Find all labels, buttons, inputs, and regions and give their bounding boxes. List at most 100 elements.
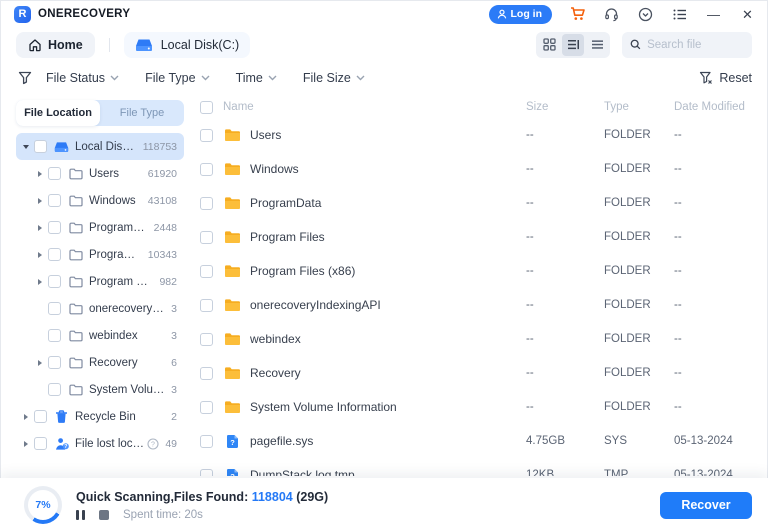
drive-tab[interactable]: Local Disk(C:) <box>124 32 251 58</box>
grid-view-button[interactable] <box>538 34 560 56</box>
search-input[interactable] <box>647 39 744 51</box>
tree-item-checkbox[interactable] <box>34 437 47 450</box>
badge-check-icon[interactable] <box>637 6 654 23</box>
list-view-button[interactable] <box>586 34 608 56</box>
row-checkbox[interactable] <box>200 129 213 142</box>
table-row[interactable]: Program Files (x86) -- FOLDER -- <box>200 254 752 288</box>
tree-item-checkbox[interactable] <box>48 302 61 315</box>
expand-arrow-icon[interactable] <box>38 279 42 285</box>
file-type: FOLDER <box>604 333 674 345</box>
filter-dropdown-time[interactable]: Time <box>236 71 277 85</box>
row-checkbox[interactable] <box>200 333 213 346</box>
tree-item-icon <box>53 409 70 424</box>
expand-arrow-icon[interactable] <box>38 171 42 177</box>
tree-item-checkbox[interactable] <box>48 383 61 396</box>
minimize-icon[interactable]: — <box>705 6 722 23</box>
row-checkbox[interactable] <box>200 401 213 414</box>
row-checkbox[interactable] <box>200 469 213 477</box>
reset-filters-button[interactable]: Reset <box>699 71 752 85</box>
tree-item[interactable]: Users 61920 <box>16 160 184 187</box>
support-headset-icon[interactable] <box>603 6 620 23</box>
row-checkbox[interactable] <box>200 299 213 312</box>
filter-dropdown-file-status[interactable]: File Status <box>46 71 119 85</box>
tree-item[interactable]: Local Disk(C:) 118753 <box>16 133 184 160</box>
scan-status-text: Quick Scanning,Files Found: 118804 (29G) <box>76 490 328 504</box>
search-box <box>622 32 752 58</box>
file-size: -- <box>526 231 604 243</box>
help-icon[interactable]: ? <box>147 438 159 450</box>
sidebar-tab-file-location[interactable]: File Location <box>16 100 100 126</box>
cart-icon[interactable] <box>569 6 586 23</box>
expand-arrow-icon[interactable] <box>24 441 28 447</box>
row-checkbox[interactable] <box>200 163 213 176</box>
expand-arrow-icon[interactable] <box>38 198 42 204</box>
tree-item[interactable]: Recycle Bin 2 <box>16 403 184 430</box>
tree-item-checkbox[interactable] <box>48 275 61 288</box>
table-row[interactable]: System Volume Information -- FOLDER -- <box>200 390 752 424</box>
column-type[interactable]: Type <box>604 101 674 113</box>
tree-item[interactable]: Recovery 6 <box>16 349 184 376</box>
filter-label: File Status <box>46 71 105 85</box>
tree-item-checkbox[interactable] <box>34 410 47 423</box>
file-type-icon <box>223 331 241 347</box>
login-button[interactable]: Log in <box>489 5 553 24</box>
row-checkbox[interactable] <box>200 367 213 380</box>
table-row[interactable]: webindex -- FOLDER -- <box>200 322 752 356</box>
file-name: Windows <box>250 162 526 176</box>
stop-scan-button[interactable] <box>99 510 109 520</box>
drive-tab-label: Local Disk(C:) <box>161 38 240 52</box>
tree-item[interactable]: Program Files (... 982 <box>16 268 184 295</box>
expand-arrow-icon[interactable] <box>23 145 29 149</box>
recover-button[interactable]: Recover <box>660 492 752 519</box>
row-checkbox[interactable] <box>200 197 213 210</box>
tree-item[interactable]: Program Files 10343 <box>16 241 184 268</box>
expand-arrow-icon[interactable] <box>38 225 42 231</box>
sidebar-tab-file-type[interactable]: File Type <box>100 100 184 126</box>
table-row[interactable]: Users -- FOLDER -- <box>200 118 752 152</box>
view-toggle-group <box>536 32 610 58</box>
table-row[interactable]: ? pagefile.sys 4.75GB SYS 05-13-2024 <box>200 424 752 458</box>
tree-item-checkbox[interactable] <box>34 140 47 153</box>
file-type: FOLDER <box>604 401 674 413</box>
expand-arrow-icon[interactable] <box>24 414 28 420</box>
detail-list-view-button[interactable] <box>562 34 584 56</box>
home-button[interactable]: Home <box>16 32 95 58</box>
table-row[interactable]: ? DumpStack.log.tmp 12KB TMP 05-13-2024 <box>200 458 752 476</box>
tree-item-checkbox[interactable] <box>48 248 61 261</box>
menu-list-icon[interactable] <box>671 6 688 23</box>
tree-item-checkbox[interactable] <box>48 329 61 342</box>
tree-item[interactable]: webindex 3 <box>16 322 184 349</box>
tree-item[interactable]: ? File lost location ? 49 <box>16 430 184 457</box>
tree-item-icon <box>67 328 84 343</box>
tree-item-checkbox[interactable] <box>48 194 61 207</box>
chevron-down-icon <box>110 75 119 81</box>
tree-item[interactable]: System Volume... 3 <box>16 376 184 403</box>
table-row[interactable]: ProgramData -- FOLDER -- <box>200 186 752 220</box>
filter-dropdown-file-type[interactable]: File Type <box>145 71 210 85</box>
pause-scan-button[interactable] <box>76 510 85 520</box>
tree-item-label: webindex <box>89 330 165 342</box>
table-row[interactable]: Program Files -- FOLDER -- <box>200 220 752 254</box>
table-row[interactable]: onerecoveryIndexingAPI -- FOLDER -- <box>200 288 752 322</box>
close-icon[interactable]: ✕ <box>739 6 756 23</box>
tree-item-checkbox[interactable] <box>48 356 61 369</box>
row-checkbox[interactable] <box>200 231 213 244</box>
tree-item[interactable]: ProgramData 2448 <box>16 214 184 241</box>
tree-item-checkbox[interactable] <box>48 167 61 180</box>
expand-arrow-icon[interactable] <box>38 252 42 258</box>
column-name[interactable]: Name <box>223 101 526 113</box>
column-size[interactable]: Size <box>526 101 604 113</box>
row-checkbox[interactable] <box>200 435 213 448</box>
tree-item[interactable]: onerecoveryInd... 3 <box>16 295 184 322</box>
tree-item[interactable]: Windows 43108 <box>16 187 184 214</box>
select-all-checkbox[interactable] <box>200 101 213 114</box>
expand-arrow-icon[interactable] <box>38 360 42 366</box>
table-row[interactable]: Windows -- FOLDER -- <box>200 152 752 186</box>
brand-name: ONERECOVERY <box>38 8 130 20</box>
table-row[interactable]: Recovery -- FOLDER -- <box>200 356 752 390</box>
tree-item-checkbox[interactable] <box>48 221 61 234</box>
column-date-modified[interactable]: Date Modified <box>674 101 752 113</box>
row-checkbox[interactable] <box>200 265 213 278</box>
filter-funnel-icon <box>18 71 32 85</box>
filter-dropdown-file-size[interactable]: File Size <box>303 71 365 85</box>
